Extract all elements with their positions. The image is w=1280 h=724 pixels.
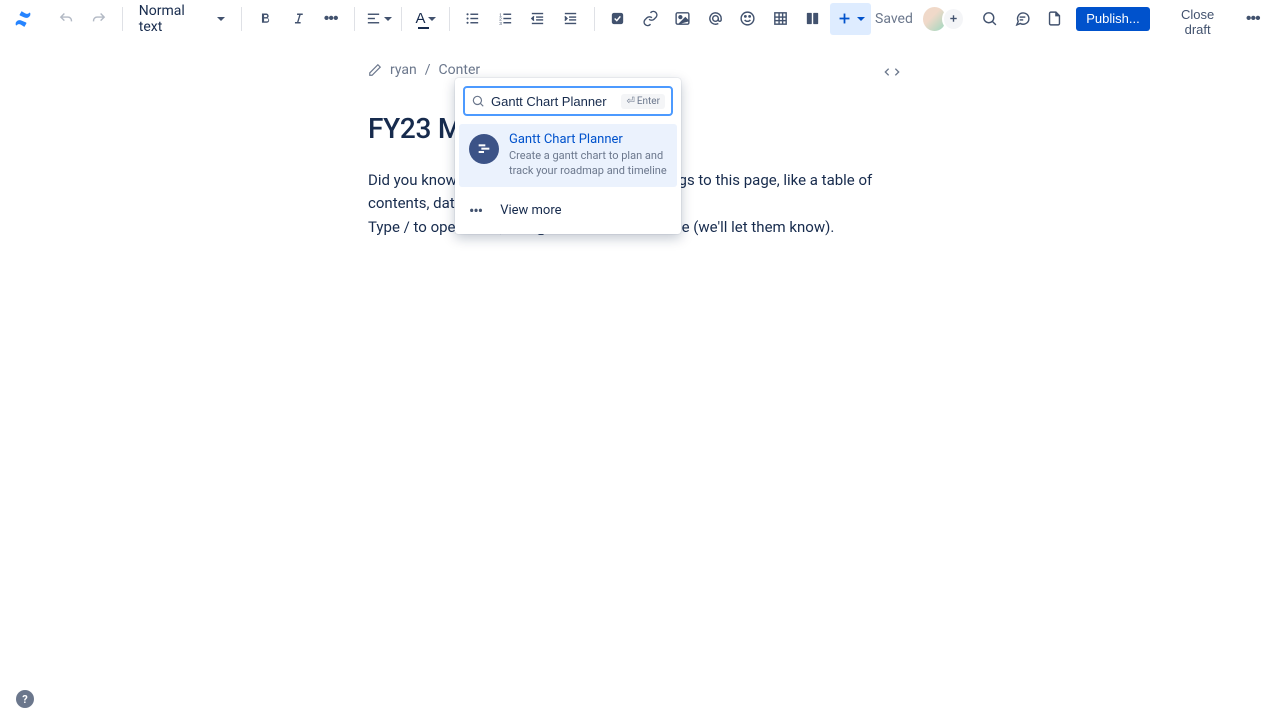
search-result-item[interactable]: Gantt Chart Planner Create a gantt chart… [459,124,677,187]
divider [401,7,402,31]
divider [594,7,595,31]
chevron-down-icon [384,17,392,21]
indent-button[interactable] [555,3,585,35]
plus-icon [836,10,853,27]
result-title: Gantt Chart Planner [509,132,667,147]
view-more-button[interactable]: ••• View more [455,191,681,230]
emoji-button[interactable] [733,3,763,35]
outdent-button[interactable] [523,3,553,35]
edit-icon [368,63,382,77]
divider [354,7,355,31]
search-icon [471,94,485,108]
numbered-list-button[interactable]: 123 [490,3,520,35]
link-button[interactable] [635,3,665,35]
text-color-button[interactable]: A [410,3,440,35]
action-item-button[interactable] [603,3,633,35]
breadcrumb-separator: / [425,62,431,78]
comments-button[interactable] [1007,3,1037,35]
dots-icon: ••• [1246,10,1260,28]
bold-button[interactable] [250,3,280,35]
breadcrumb-user[interactable]: ryan [390,62,417,78]
undo-button[interactable] [51,3,81,35]
chevron-down-icon [857,17,865,21]
page-width-toggle[interactable] [884,66,900,82]
dots-icon: ••• [324,10,338,28]
find-replace-button[interactable] [975,3,1005,35]
close-draft-button[interactable]: Close draft [1160,7,1236,31]
text-style-dropdown[interactable]: Normal text [131,3,234,35]
toolbar: Normal text ••• A 123 [0,0,1280,38]
layouts-button[interactable] [798,3,828,35]
more-actions-button[interactable]: ••• [1238,3,1268,35]
return-icon: ⏎ [626,96,634,107]
chevron-down-icon [217,17,225,21]
result-description: Create a gantt chart to plan and track y… [509,149,667,179]
help-button[interactable]: ? [16,690,34,708]
more-formatting-button[interactable]: ••• [315,3,345,35]
saved-status: Saved [875,11,913,27]
divider [449,7,450,31]
svg-text:3: 3 [499,21,502,27]
add-user-button[interactable] [942,7,965,31]
text-style-label: Normal text [139,3,208,35]
macro-search-input[interactable] [491,94,615,109]
image-button[interactable] [668,3,698,35]
chevron-down-icon [428,17,436,21]
publish-button[interactable]: Publish... [1076,7,1149,31]
gantt-icon [469,134,499,164]
italic-button[interactable] [283,3,313,35]
breadcrumb-page[interactable]: Conter [439,62,481,78]
view-changes-button[interactable] [1040,3,1070,35]
insert-popup: ⏎ Enter Gantt Chart Planner Create a gan… [455,78,681,234]
divider [122,7,123,31]
mention-button[interactable] [700,3,730,35]
align-button[interactable] [363,3,393,35]
table-button[interactable] [765,3,795,35]
confluence-logo[interactable] [12,7,35,31]
macro-search-box[interactable]: ⏎ Enter [463,86,673,116]
enter-hint: ⏎ Enter [621,94,665,109]
redo-button[interactable] [83,3,113,35]
view-more-label: View more [500,203,561,218]
bullet-list-button[interactable] [458,3,488,35]
divider [241,7,242,31]
dots-icon: ••• [469,201,482,220]
insert-button[interactable] [830,3,871,35]
breadcrumb: ryan / Conter [368,62,1280,78]
